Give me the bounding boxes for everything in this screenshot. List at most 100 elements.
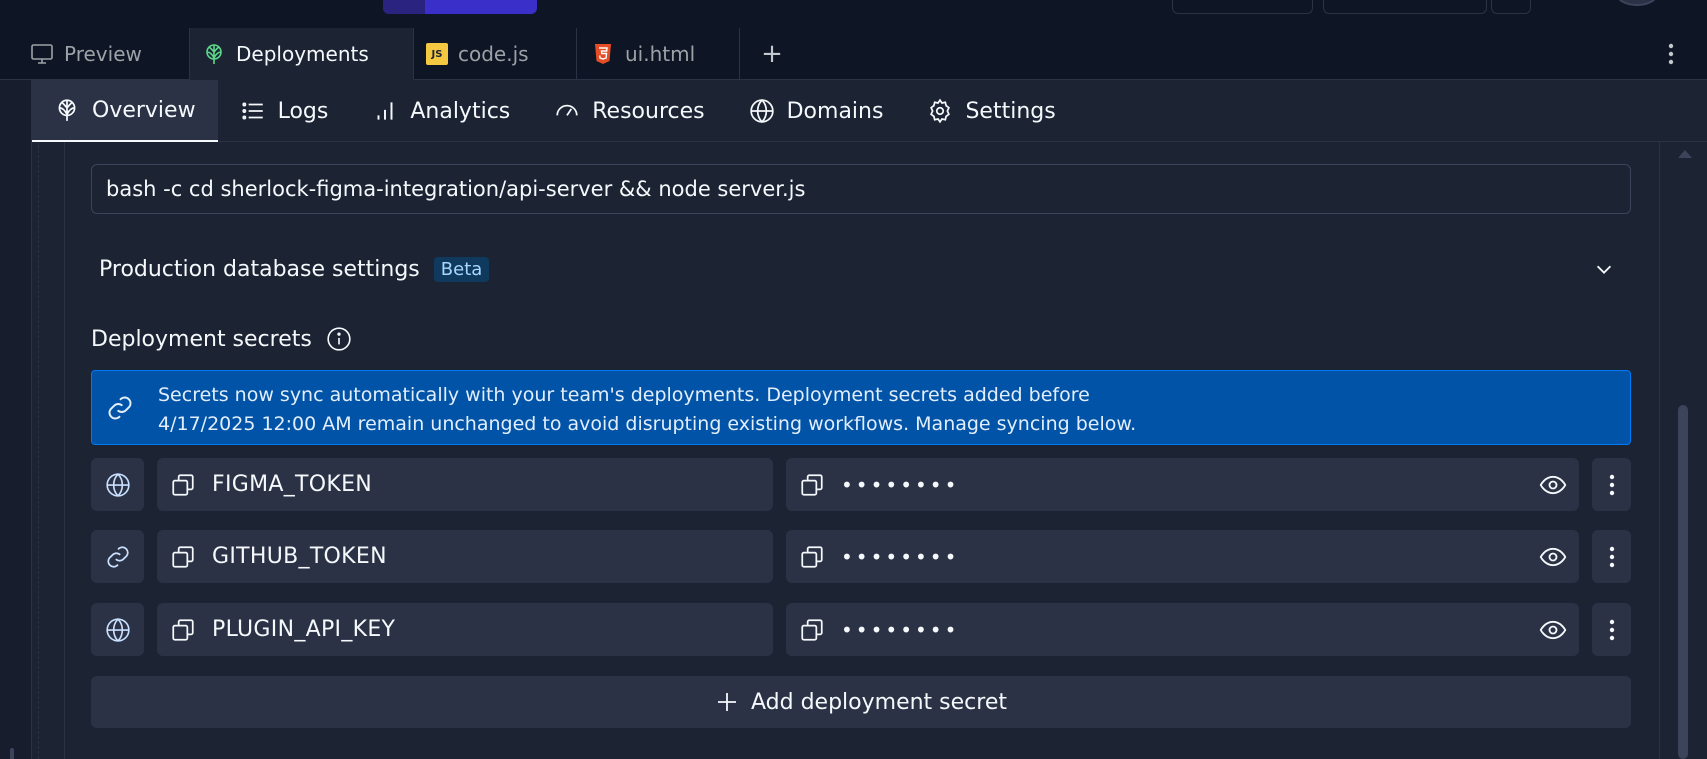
deployment-subnav: Overview Logs Analytics Resources Domain… [32, 80, 1707, 142]
deployments-icon [58, 99, 76, 121]
avatar[interactable] [1616, 0, 1658, 6]
add-deployment-secret-button[interactable]: Add deployment secret [91, 676, 1631, 728]
divider [38, 80, 39, 759]
deployments-icon [206, 43, 222, 64]
secret-scope-button[interactable] [91, 530, 144, 583]
database-settings-label: Production database settings [99, 256, 420, 282]
secret-key-field[interactable]: GITHUB_TOKEN [157, 530, 773, 583]
banner-line-2: 4/17/2025 12:00 AM remain unchanged to a… [158, 413, 1137, 435]
subnav-label: Overview [92, 97, 196, 123]
beta-badge: Beta [433, 256, 490, 282]
top-bar [0, 0, 1707, 28]
more-vertical-icon [1668, 43, 1674, 65]
gauge-icon [556, 104, 578, 116]
globe-icon [749, 98, 774, 124]
resize-handle[interactable] [10, 748, 14, 759]
scrollbar-thumb[interactable] [1678, 405, 1688, 759]
secret-value-masked: •••••••• [841, 617, 960, 642]
tab-label: ui.html [625, 42, 696, 66]
eye-icon[interactable] [1539, 616, 1567, 644]
banner-line-1: Secrets now sync automatically with your… [158, 384, 1090, 406]
toolbar-button[interactable] [1323, 0, 1487, 14]
secrets-title: Deployment secrets [91, 326, 312, 352]
tab-label: Preview [64, 42, 142, 66]
left-gutter [0, 80, 32, 759]
subnav-overview[interactable]: Overview [32, 80, 218, 142]
add-secret-label: Add deployment secret [751, 689, 1007, 715]
more-vertical-icon [1609, 474, 1614, 495]
run-button[interactable] [383, 0, 537, 14]
more-vertical-icon [1609, 619, 1614, 640]
tab-label: Deployments [236, 41, 369, 66]
info-icon[interactable] [326, 326, 352, 352]
subnav-logs[interactable]: Logs [218, 80, 351, 142]
secret-value-field[interactable]: •••••••• [786, 603, 1579, 656]
copy-icon[interactable] [170, 544, 196, 570]
copy-icon[interactable] [799, 544, 825, 570]
plus-icon [718, 693, 736, 711]
link-icon [108, 396, 132, 420]
js-file-icon: JS [426, 43, 448, 65]
subnav-label: Settings [965, 98, 1056, 124]
gear-icon [930, 98, 951, 124]
secret-menu-button[interactable] [1592, 603, 1631, 656]
secret-value-field[interactable]: •••••••• [786, 458, 1579, 511]
subnav-label: Domains [786, 98, 884, 124]
subnav-analytics[interactable]: Analytics [350, 80, 532, 142]
plus-icon: + [761, 39, 783, 69]
deployment-settings-panel [64, 142, 1660, 759]
subnav-label: Analytics [410, 98, 511, 124]
secret-row: PLUGIN_API_KEY •••••••• [91, 603, 1631, 656]
secret-scope-button[interactable] [91, 603, 144, 656]
tab-code-js[interactable]: JS code.js [414, 28, 577, 80]
toolbar-button[interactable] [1491, 0, 1531, 14]
tab-ui-html[interactable]: ui.html [577, 28, 740, 80]
tab-label: code.js [458, 42, 529, 66]
subnav-label: Logs [277, 98, 329, 124]
chevron-down-icon [1596, 265, 1612, 274]
tab-bar: Preview Deployments JS code.js ui.html + [0, 28, 1707, 80]
new-tab-button[interactable]: + [752, 28, 792, 80]
secret-value-field[interactable]: •••••••• [786, 530, 1579, 583]
copy-icon[interactable] [799, 472, 825, 498]
database-settings-toggle[interactable]: Production database settings Beta [91, 248, 1631, 290]
more-vertical-icon [1609, 546, 1614, 567]
secret-value-masked: •••••••• [841, 544, 960, 569]
secret-menu-button[interactable] [1592, 530, 1631, 583]
run-command-field[interactable]: bash -c cd sherlock-figma-integration/ap… [91, 164, 1631, 214]
secret-value-masked: •••••••• [841, 472, 960, 497]
secret-scope-button[interactable] [91, 458, 144, 511]
subnav-settings[interactable]: Settings [905, 80, 1077, 142]
tab-deployments[interactable]: Deployments [190, 28, 414, 80]
copy-icon[interactable] [170, 617, 196, 643]
secret-menu-button[interactable] [1592, 458, 1631, 511]
tab-preview[interactable]: Preview [0, 28, 190, 80]
html5-file-icon [595, 44, 611, 64]
scroll-up-arrow[interactable] [1678, 150, 1692, 158]
globe-icon [105, 617, 130, 642]
tab-menu-button[interactable] [1656, 28, 1686, 80]
sync-info-banner: Secrets now sync automatically with your… [91, 370, 1631, 445]
secret-row: GITHUB_TOKEN •••••••• [91, 530, 1631, 583]
eye-icon[interactable] [1539, 543, 1567, 571]
secret-key-field[interactable]: FIGMA_TOKEN [157, 458, 773, 511]
secret-key-field[interactable]: PLUGIN_API_KEY [157, 603, 773, 656]
secret-key: GITHUB_TOKEN [212, 544, 387, 569]
toolbar-button[interactable] [1172, 0, 1313, 14]
globe-icon [105, 472, 130, 497]
bar-chart-icon [377, 102, 393, 120]
monitor-icon [31, 44, 53, 64]
link-icon [106, 545, 129, 568]
eye-icon[interactable] [1539, 471, 1567, 499]
copy-icon[interactable] [170, 472, 196, 498]
run-command-value: bash -c cd sherlock-figma-integration/ap… [106, 177, 806, 201]
list-icon [241, 102, 263, 120]
copy-icon[interactable] [799, 617, 825, 643]
secret-key: PLUGIN_API_KEY [212, 617, 396, 642]
secret-key: FIGMA_TOKEN [212, 472, 373, 497]
subnav-resources[interactable]: Resources [532, 80, 726, 142]
secret-row: FIGMA_TOKEN •••••••• [91, 458, 1631, 511]
deployment-secrets-heading: Deployment secrets [91, 324, 352, 354]
subnav-label: Resources [592, 98, 705, 124]
subnav-domains[interactable]: Domains [727, 80, 906, 142]
